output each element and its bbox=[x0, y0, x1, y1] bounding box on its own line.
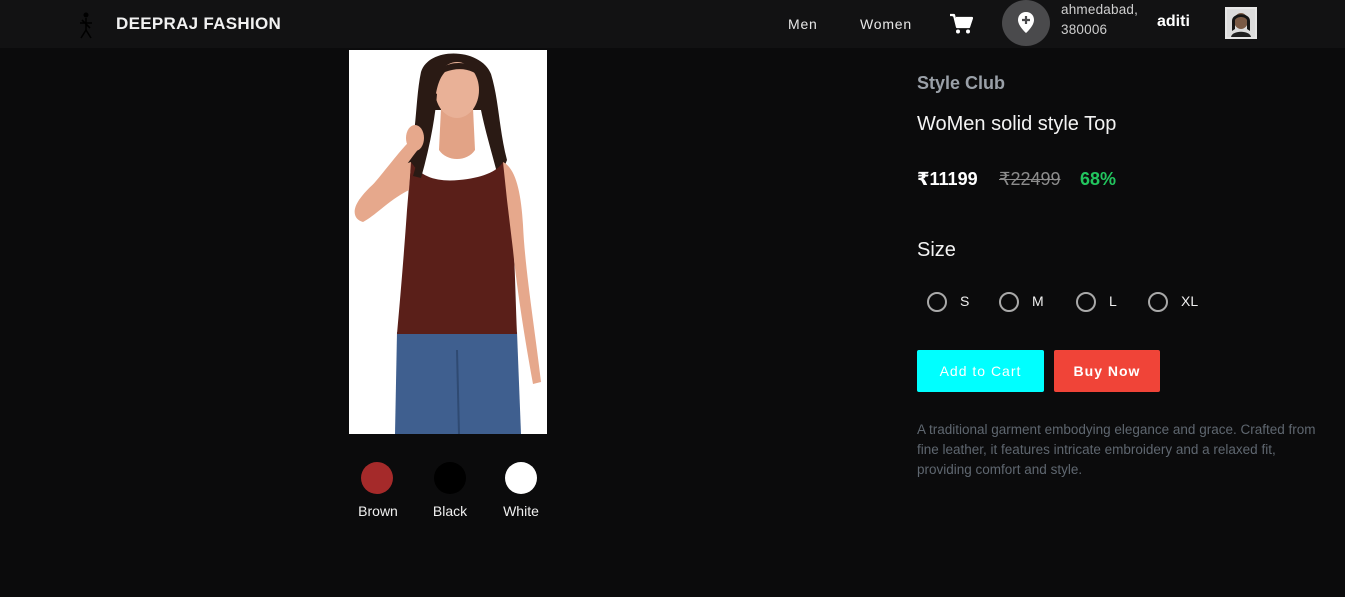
discount-percent: 68% bbox=[1080, 169, 1117, 189]
location-pin-icon bbox=[1018, 12, 1034, 33]
size-s-label: S bbox=[960, 293, 970, 309]
color-swatch-white[interactable] bbox=[505, 462, 537, 494]
color-swatch-brown[interactable] bbox=[361, 462, 393, 494]
top-navbar: DEEPRAJ FASHION Men Women ahmedabad, 380… bbox=[0, 0, 1345, 48]
brand-logo-icon[interactable] bbox=[76, 10, 96, 40]
size-option-s[interactable]: S bbox=[927, 291, 977, 313]
selling-price: ₹11199 bbox=[917, 169, 978, 189]
location-button[interactable] bbox=[1002, 0, 1050, 46]
product-description: A traditional garment embodying elegance… bbox=[917, 422, 1316, 477]
color-label-white: White bbox=[503, 503, 539, 519]
add-to-cart-button[interactable]: Add to Cart bbox=[917, 350, 1044, 392]
location-pincode: 380006 bbox=[1061, 22, 1108, 37]
color-label-brown: Brown bbox=[358, 503, 398, 519]
username[interactable]: aditi bbox=[1157, 13, 1190, 31]
size-xl-radio[interactable] bbox=[1148, 292, 1168, 312]
size-m-radio[interactable] bbox=[999, 292, 1019, 312]
seller-name[interactable]: Style Club bbox=[917, 73, 1005, 94]
original-price: ₹22499 bbox=[999, 169, 1061, 189]
size-xl-label: XL bbox=[1181, 293, 1199, 309]
size-option-m[interactable]: M bbox=[999, 291, 1049, 313]
color-swatch-black[interactable] bbox=[434, 462, 466, 494]
color-label-black: Black bbox=[432, 503, 468, 519]
user-avatar[interactable] bbox=[1225, 7, 1257, 39]
product-title: WoMen solid style Top bbox=[917, 113, 1117, 135]
avatar-image bbox=[1227, 9, 1255, 37]
nav-women-link[interactable]: Women bbox=[860, 16, 912, 32]
size-l-radio[interactable] bbox=[1076, 292, 1096, 312]
nav-men-link[interactable]: Men bbox=[788, 16, 818, 32]
size-s-radio[interactable] bbox=[927, 292, 947, 312]
size-l-label: L bbox=[1109, 293, 1117, 309]
delivery-location: ahmedabad, 380006 bbox=[1061, 0, 1138, 40]
buy-now-button[interactable]: Buy Now bbox=[1054, 350, 1160, 392]
model-photo bbox=[349, 50, 547, 434]
cart-icon[interactable] bbox=[949, 13, 973, 35]
brand-name[interactable]: DEEPRAJ FASHION bbox=[116, 14, 281, 34]
size-option-l[interactable]: L bbox=[1076, 291, 1126, 313]
size-option-xl[interactable]: XL bbox=[1148, 291, 1208, 313]
product-image[interactable] bbox=[349, 50, 547, 434]
size-heading: Size bbox=[917, 239, 956, 261]
location-city: ahmedabad, bbox=[1061, 2, 1139, 17]
size-m-label: M bbox=[1032, 293, 1044, 309]
